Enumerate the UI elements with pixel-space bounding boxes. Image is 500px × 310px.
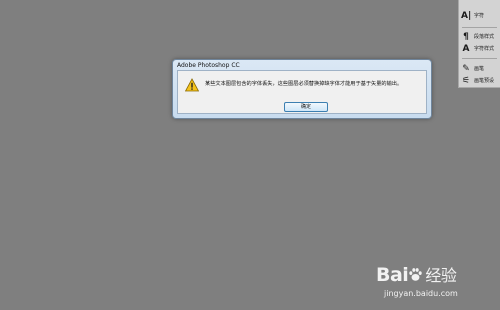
panel-item-brush-presets[interactable]: ⚟ 画笔预设 [461,75,500,87]
character-styles-icon: A [462,44,470,54]
baidu-logo-suffix: 经验 [425,266,457,285]
watermark-url: jingyan.baidu.com [384,289,458,298]
alert-dialog: Adobe Photoshop CC 某些文本图层包含的字体丢失，这些图层必须替… [172,59,432,119]
panel-divider [462,27,497,28]
brush-icon: ✎ [462,64,470,74]
character-panel-icon: A| [461,11,472,21]
baidu-logo: Bai 经验 [376,262,457,286]
dialog-message: 某些文本图层包含的字体丢失，这些图层必须替换掉缺字体才能用于基于矢量的输出。 [205,81,403,87]
paw-icon [409,268,423,281]
panel-item-brush[interactable]: ✎ 画笔 [461,63,500,75]
side-panel: A| 字符 ¶ 段落样式 A 字符样式 ✎ 画笔 ⚟ 画笔预设 [458,0,500,88]
ok-button[interactable]: 确定 [284,102,328,112]
brush-presets-icon: ⚟ [461,76,471,86]
dialog-title: Adobe Photoshop CC [177,62,240,69]
warning-icon [185,78,199,92]
panel-item-character[interactable]: A| 字符 [461,10,500,22]
panel-item-paragraph-styles[interactable]: ¶ 段落样式 [461,31,500,43]
panel-divider [462,58,497,59]
baidu-logo-text: Bai [376,264,409,286]
paragraph-styles-icon: ¶ [463,32,469,42]
dialog-body: 某些文本图层包含的字体丢失，这些图层必须替换掉缺字体才能用于基于矢量的输出。 确… [177,70,427,114]
panel-item-character-styles[interactable]: A 字符样式 [461,43,500,55]
